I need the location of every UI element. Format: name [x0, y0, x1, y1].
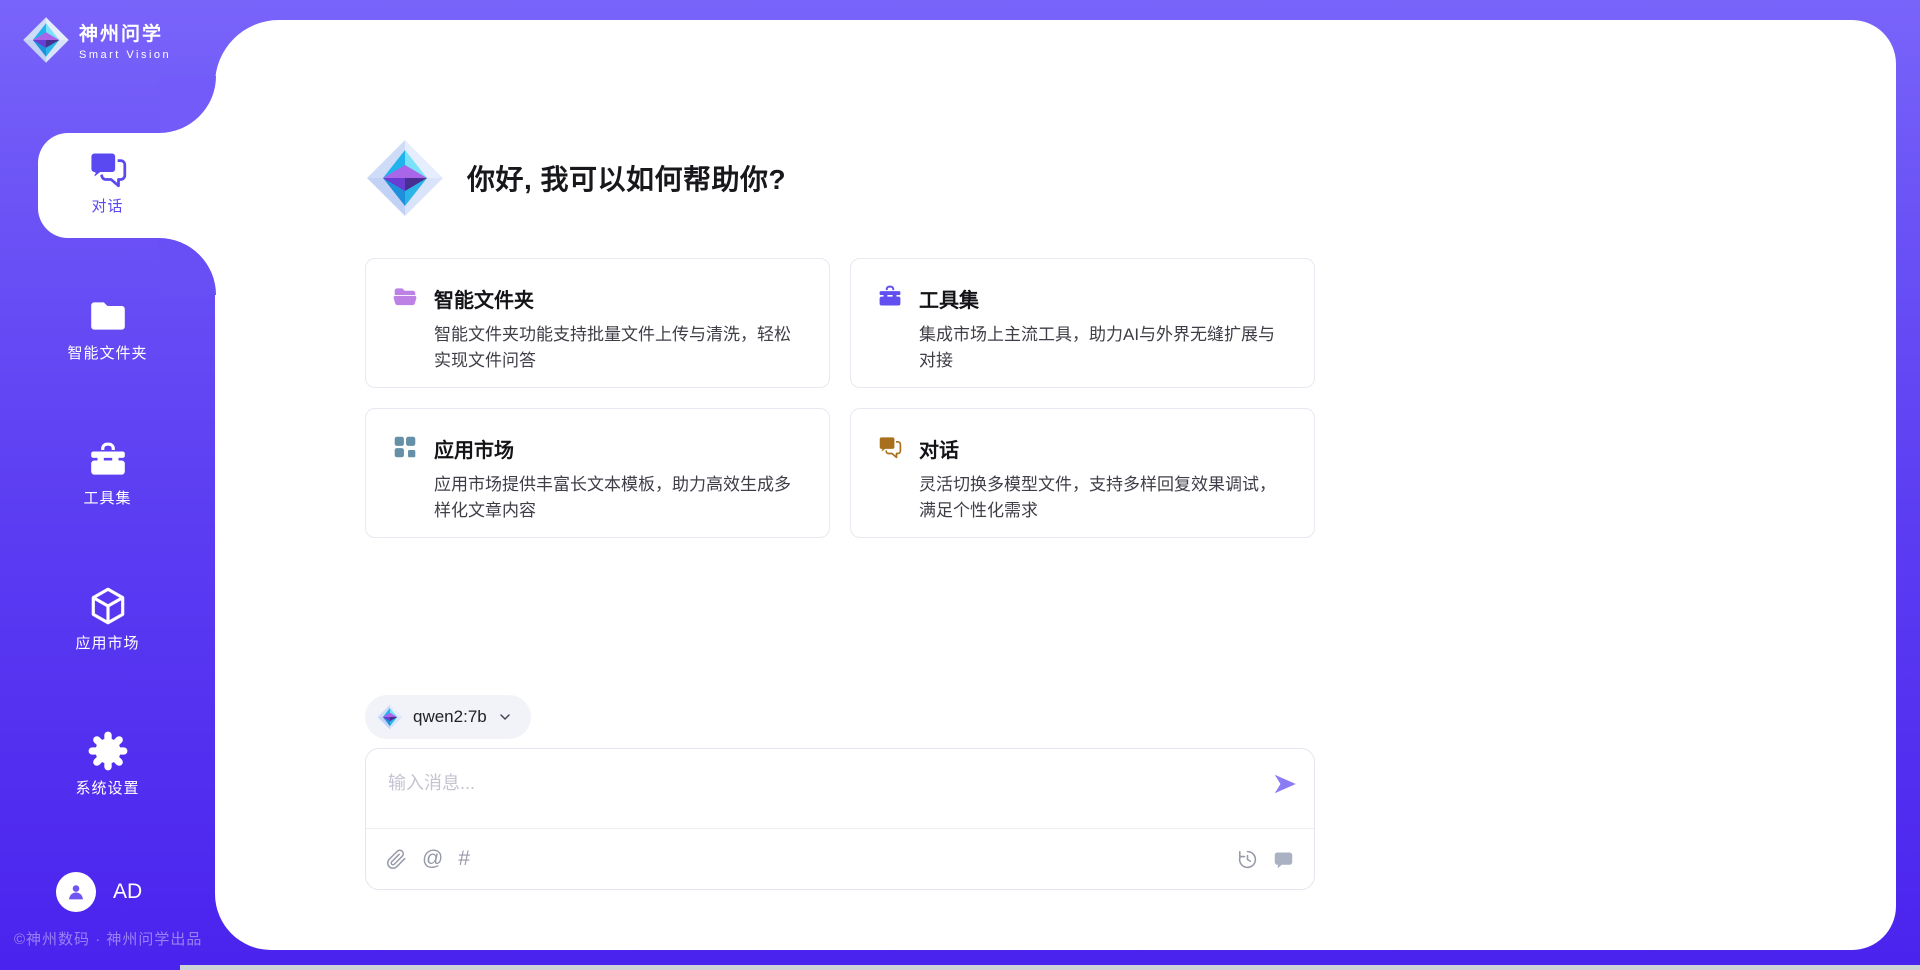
- sidebar-item-label: 系统设置: [0, 777, 215, 798]
- history-button[interactable]: [1237, 849, 1258, 870]
- mention-button[interactable]: @: [422, 847, 443, 871]
- quick-phrase-button[interactable]: [1273, 849, 1294, 870]
- history-icon: [1237, 849, 1258, 870]
- card-description: 灵活切换多模型文件，支持多样回复效果调试，满足个性化需求: [919, 472, 1288, 525]
- hash-icon: #: [458, 847, 470, 871]
- grid-icon: [392, 434, 418, 512]
- card-description: 集成市场上主流工具，助力AI与外界无缝扩展与对接: [919, 322, 1288, 375]
- card-description: 应用市场提供丰富长文本模板，助力高效生成多样化文章内容: [434, 472, 803, 525]
- model-logo-diamond-icon: [377, 704, 403, 730]
- main-content: 你好, 我可以如何帮助你? 智能文件夹 智能文件夹功能支持批量文件上传与清洗，轻…: [365, 0, 1315, 970]
- card-title: 应用市场: [434, 434, 803, 463]
- brand-logo-diamond-icon: [22, 16, 70, 64]
- card-smart-folder[interactable]: 智能文件夹 智能文件夹功能支持批量文件上传与清洗，轻松实现文件问答: [365, 258, 830, 388]
- user-account[interactable]: AD: [56, 872, 142, 912]
- person-icon: [65, 881, 87, 903]
- copyright-text: ©神州数码 · 神州问学出品: [14, 928, 202, 949]
- chevron-down-icon: [497, 709, 513, 725]
- message-input[interactable]: [366, 749, 1246, 827]
- hero-logo-diamond-icon: [365, 138, 445, 218]
- gear-icon: [0, 730, 215, 772]
- folder-open-icon: [392, 284, 418, 362]
- quick-phrase-bubble-icon: [1273, 849, 1294, 870]
- card-title: 智能文件夹: [434, 284, 803, 313]
- sidebar-item-settings[interactable]: 系统设置: [0, 730, 215, 798]
- sidebar-item-smart-folder[interactable]: 智能文件夹: [0, 295, 215, 363]
- paperclip-icon: [386, 849, 407, 870]
- cube-icon: [0, 585, 215, 627]
- sidebar-item-app-market[interactable]: 应用市场: [0, 585, 215, 653]
- avatar: [56, 872, 96, 912]
- greeting-title: 你好, 我可以如何帮助你?: [467, 158, 786, 198]
- sidebar-item-label: 对话: [0, 195, 215, 216]
- attach-file-button[interactable]: [386, 849, 407, 870]
- message-composer: @ #: [365, 748, 1315, 890]
- brand-subtitle: Smart Vision: [79, 49, 171, 61]
- card-title: 对话: [919, 434, 1288, 463]
- tab-fillet-bottom: [159, 238, 216, 295]
- card-description: 智能文件夹功能支持批量文件上传与清洗，轻松实现文件问答: [434, 322, 803, 375]
- chat-icon: [877, 434, 903, 512]
- greeting-block: 你好, 我可以如何帮助你?: [365, 138, 786, 218]
- sidebar-item-label: 应用市场: [0, 632, 215, 653]
- sidebar-item-label: 工具集: [0, 487, 215, 508]
- chat-icon: [0, 148, 215, 190]
- card-app-market[interactable]: 应用市场 应用市场提供丰富长文本模板，助力高效生成多样化文章内容: [365, 408, 830, 538]
- briefcase-icon: [0, 440, 215, 482]
- sidebar-item-chat[interactable]: 对话: [0, 148, 215, 216]
- send-button[interactable]: [1272, 771, 1298, 797]
- card-chat[interactable]: 对话 灵活切换多模型文件，支持多样回复效果调试，满足个性化需求: [850, 408, 1315, 538]
- sidebar-item-toolset[interactable]: 工具集: [0, 440, 215, 508]
- tab-fillet-top: [159, 76, 216, 133]
- folder-icon: [0, 295, 215, 337]
- sidebar-item-label: 智能文件夹: [0, 342, 215, 363]
- hashtag-button[interactable]: #: [458, 847, 470, 871]
- send-icon: [1272, 771, 1298, 797]
- model-selector[interactable]: qwen2:7b: [365, 695, 531, 739]
- user-name: AD: [113, 880, 142, 904]
- card-title: 工具集: [919, 284, 1288, 313]
- at-sign-icon: @: [422, 847, 443, 871]
- briefcase-icon: [877, 284, 903, 362]
- composer-toolbar: @ #: [366, 829, 1314, 889]
- card-toolset[interactable]: 工具集 集成市场上主流工具，助力AI与外界无缝扩展与对接: [850, 258, 1315, 388]
- brand: 神州问学 Smart Vision: [22, 16, 171, 64]
- brand-title: 神州问学: [79, 19, 171, 46]
- model-name: qwen2:7b: [413, 707, 487, 727]
- horizontal-scrollbar[interactable]: [180, 965, 1920, 970]
- feature-cards: 智能文件夹 智能文件夹功能支持批量文件上传与清洗，轻松实现文件问答 工具集 集成…: [365, 258, 1315, 538]
